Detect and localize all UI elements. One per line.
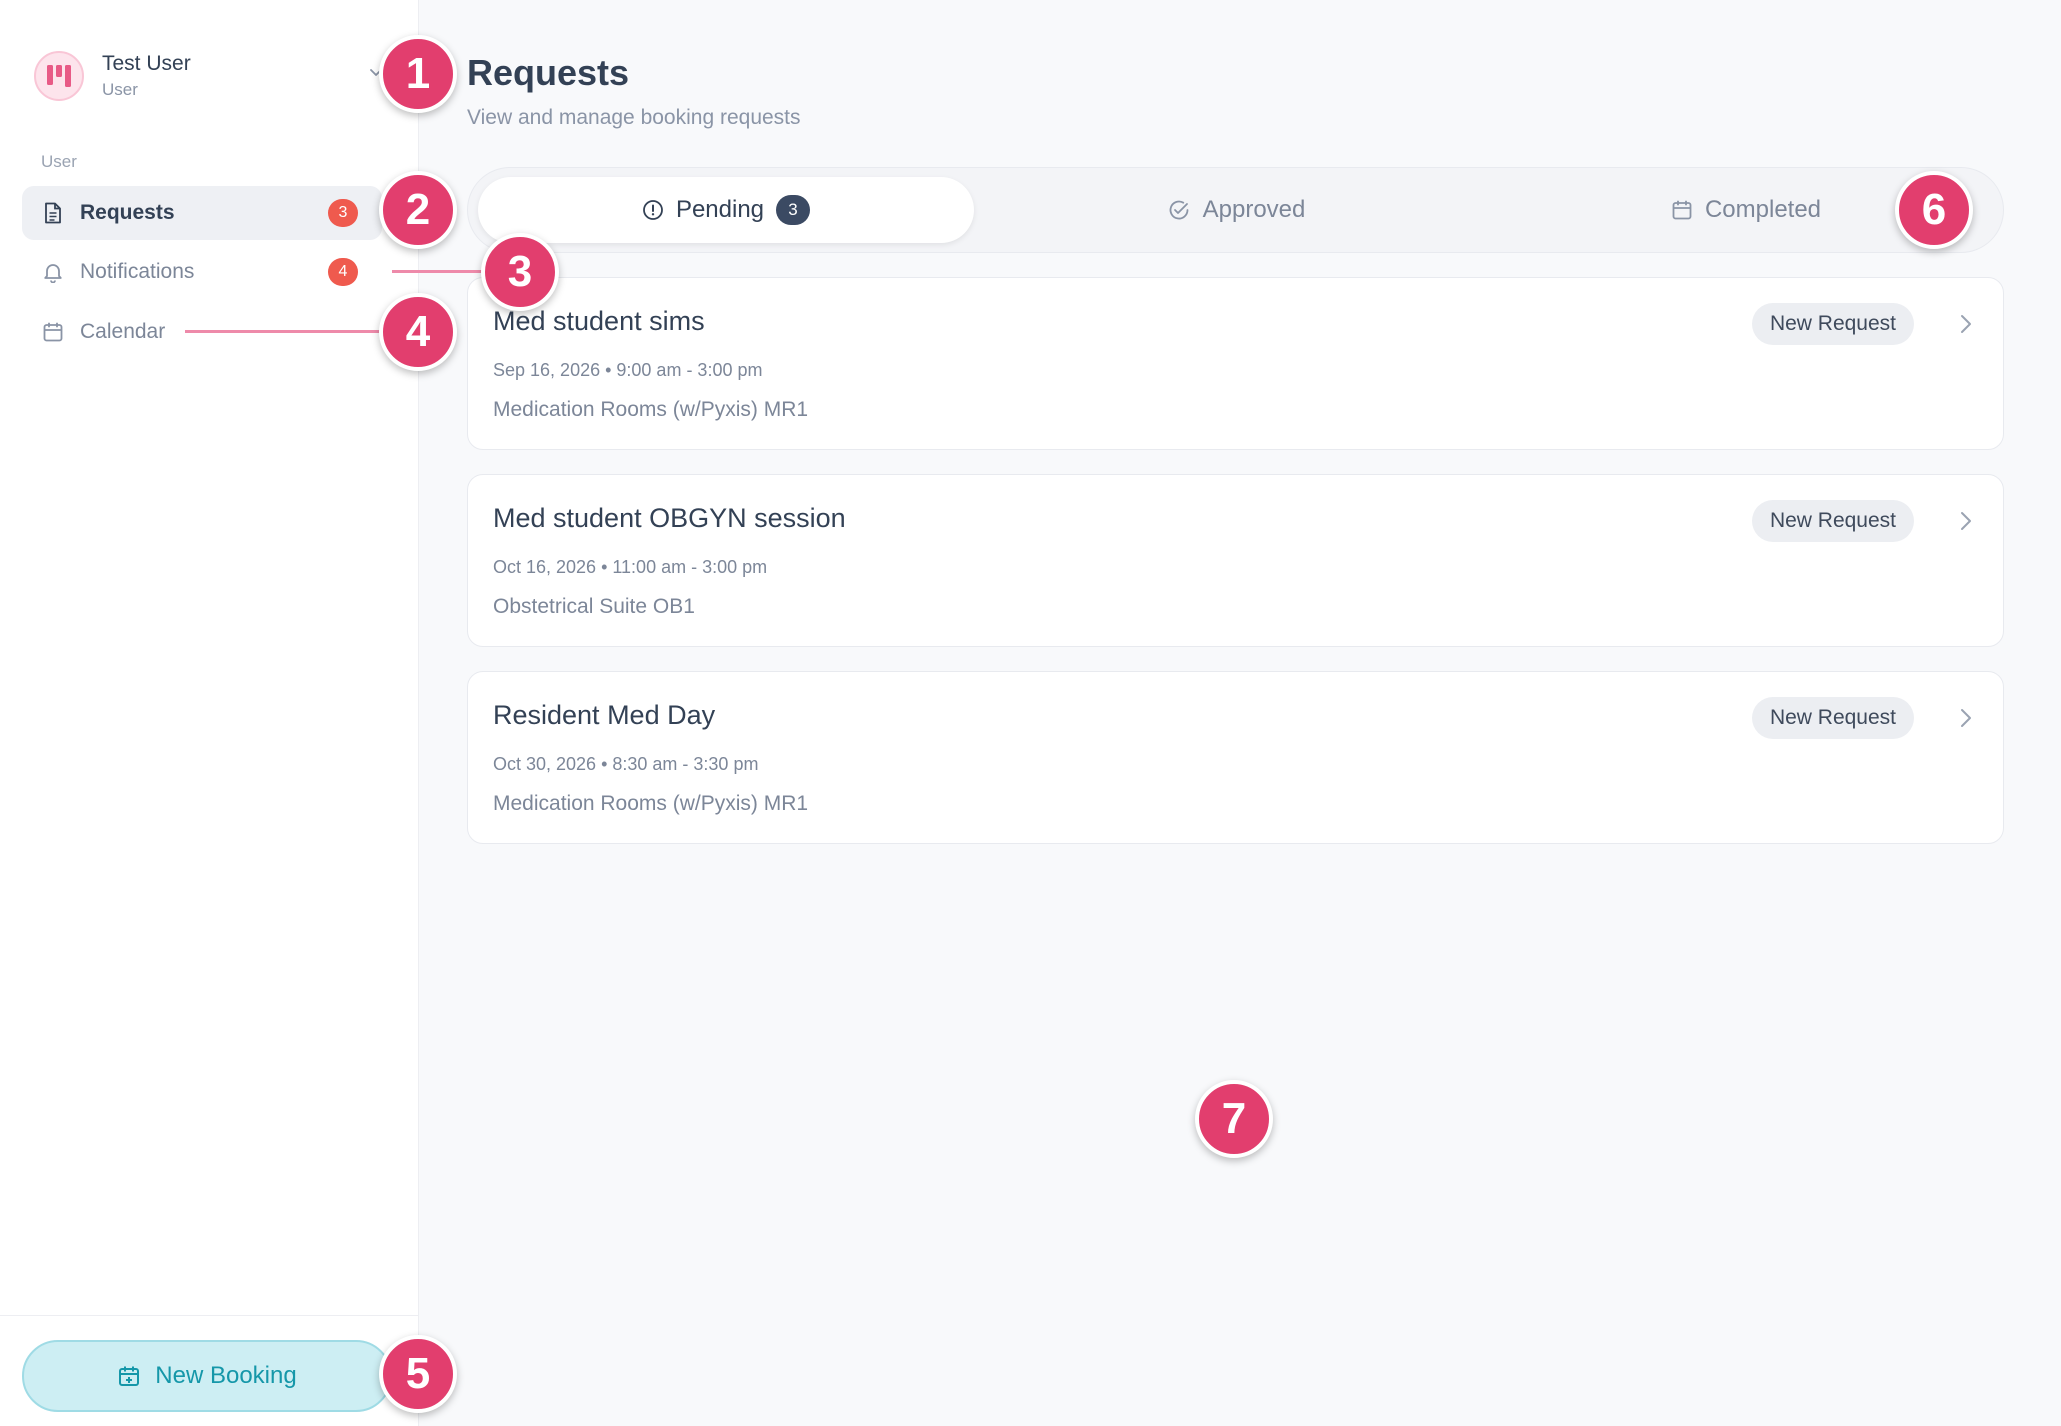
tab-label: Pending bbox=[675, 196, 765, 223]
app-logo-icon bbox=[47, 65, 71, 87]
request-card[interactable]: Med student sims Sep 16, 2026 • 9:00 am … bbox=[467, 277, 2004, 450]
annotation-connector bbox=[392, 270, 482, 273]
calendar-icon bbox=[1671, 199, 1693, 221]
annotation-marker-6: 6 bbox=[1895, 171, 1973, 249]
sidebar-footer: New Booking bbox=[0, 1315, 419, 1426]
user-role: User bbox=[102, 80, 138, 99]
sidebar: Test User User User Requests 3 Notificat… bbox=[0, 0, 419, 1426]
annotation-connector bbox=[185, 330, 385, 333]
new-booking-label: New Booking bbox=[155, 1362, 297, 1389]
chevron-right-icon[interactable] bbox=[1959, 707, 1973, 734]
chevron-right-icon[interactable] bbox=[1959, 313, 1973, 340]
request-datetime: Oct 16, 2026 • 11:00 am - 3:00 pm bbox=[493, 557, 768, 577]
page-subtitle: View and manage booking requests bbox=[467, 106, 801, 129]
request-title: Resident Med Day bbox=[493, 700, 716, 730]
request-datetime: Oct 30, 2026 • 8:30 am - 3:30 pm bbox=[493, 754, 759, 774]
new-booking-button[interactable]: New Booking bbox=[22, 1340, 392, 1412]
requests-count-badge: 3 bbox=[328, 199, 358, 227]
tab-label: Approved bbox=[1202, 196, 1306, 223]
user-profile-menu[interactable]: Test User User bbox=[34, 48, 384, 104]
annotation-marker-7: 7 bbox=[1195, 1080, 1273, 1158]
calendar-plus-icon bbox=[117, 1364, 141, 1388]
sidebar-item-label: Calendar bbox=[80, 320, 166, 343]
annotation-marker-4: 4 bbox=[379, 293, 457, 371]
user-name: Test User bbox=[102, 52, 191, 75]
alert-circle-icon bbox=[642, 199, 664, 221]
sidebar-item-label: Requests bbox=[80, 201, 175, 224]
status-badge: New Request bbox=[1751, 303, 1914, 345]
page-title: Requests bbox=[467, 52, 630, 93]
request-location: Medication Rooms (w/Pyxis) MR1 bbox=[493, 792, 809, 815]
bell-icon bbox=[42, 261, 64, 283]
annotation-marker-5: 5 bbox=[379, 1335, 457, 1413]
annotation-marker-3: 3 bbox=[481, 233, 559, 311]
avatar bbox=[34, 51, 84, 101]
status-badge: New Request bbox=[1751, 500, 1914, 542]
request-card[interactable]: Med student OBGYN session Oct 16, 2026 •… bbox=[467, 474, 2004, 647]
chevron-right-icon[interactable] bbox=[1959, 510, 1973, 537]
request-location: Medication Rooms (w/Pyxis) MR1 bbox=[493, 398, 809, 421]
status-badge: New Request bbox=[1751, 697, 1914, 739]
pending-count-badge: 3 bbox=[776, 195, 811, 225]
sidebar-item-label: Notifications bbox=[80, 260, 195, 283]
request-card[interactable]: Resident Med Day Oct 30, 2026 • 8:30 am … bbox=[467, 671, 2004, 844]
annotation-marker-2: 2 bbox=[379, 171, 457, 249]
request-location: Obstetrical Suite OB1 bbox=[493, 595, 695, 618]
annotation-marker-1: 1 bbox=[379, 35, 457, 113]
tab-label: Completed bbox=[1704, 196, 1822, 223]
sidebar-item-requests[interactable]: Requests 3 bbox=[22, 186, 382, 240]
document-icon bbox=[42, 202, 64, 224]
sidebar-section-label: User bbox=[41, 152, 77, 171]
status-tabs: Pending 3 Approved Completed bbox=[467, 167, 2004, 253]
tab-pending[interactable]: Pending 3 bbox=[478, 177, 974, 243]
request-datetime: Sep 16, 2026 • 9:00 am - 3:00 pm bbox=[493, 360, 763, 380]
sidebar-item-notifications[interactable]: Notifications 4 bbox=[22, 245, 382, 299]
notifications-count-badge: 4 bbox=[328, 258, 358, 286]
calendar-icon bbox=[42, 321, 64, 343]
tab-approved[interactable]: Approved bbox=[988, 177, 1484, 243]
check-circle-icon bbox=[1167, 198, 1191, 222]
request-title: Med student OBGYN session bbox=[493, 503, 846, 533]
